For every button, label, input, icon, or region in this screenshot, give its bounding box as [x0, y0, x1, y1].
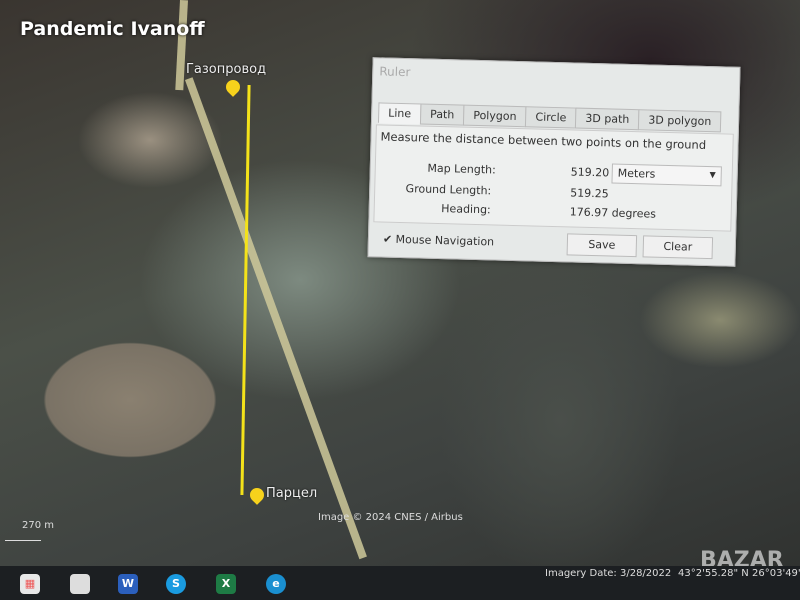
map-length-label: Map Length:: [427, 161, 496, 177]
placemark-label: Газопровод: [186, 62, 267, 77]
checkmark-icon: ✔: [382, 232, 393, 246]
scale-label: 270 m: [22, 520, 55, 531]
latitude: 43°2'55.28" N: [678, 568, 749, 579]
ruler-line: [240, 85, 251, 495]
file-icon[interactable]: [70, 574, 90, 594]
dialog-title: Ruler: [379, 64, 411, 80]
map-length-value: 519.20: [570, 165, 610, 180]
mouse-navigation-checkbox[interactable]: ✔ Mouse Navigation: [383, 233, 495, 249]
tab-3d-polygon[interactable]: 3D polygon: [638, 109, 722, 133]
clear-button[interactable]: Clear: [642, 235, 714, 260]
chevron-down-icon: ▼: [709, 170, 716, 180]
imagery-date: Imagery Date: 3/28/2022: [545, 568, 672, 579]
tab-path[interactable]: Path: [419, 103, 465, 126]
tab-circle[interactable]: Circle: [525, 106, 577, 129]
tab-3d-path[interactable]: 3D path: [575, 107, 640, 131]
tab-polygon[interactable]: Polygon: [463, 104, 527, 128]
unit-select[interactable]: Meters ▼: [611, 163, 722, 187]
excel-icon[interactable]: X: [216, 574, 236, 594]
placemark-icon[interactable]: [247, 485, 267, 505]
heading-label: Heading:: [441, 202, 491, 217]
ground-length-label: Ground Length:: [405, 182, 492, 198]
unit-value: Meters: [617, 166, 656, 181]
ground-length-value: 519.25: [570, 186, 609, 201]
tab-line[interactable]: Line: [377, 102, 422, 125]
placemark-icon[interactable]: [223, 77, 243, 97]
imagery-credit: Image © 2024 CNES / Airbus: [318, 512, 463, 523]
edge-icon[interactable]: e: [266, 574, 286, 594]
mouse-navigation-label: Mouse Navigation: [395, 232, 495, 249]
store-icon[interactable]: ▦: [20, 574, 40, 594]
skype-icon[interactable]: S: [166, 574, 186, 594]
save-button[interactable]: Save: [566, 233, 638, 258]
description: Measure the distance between two points …: [380, 129, 707, 152]
line-panel: Measure the distance between two points …: [373, 124, 734, 232]
heading-value: 176.97 degrees: [569, 205, 657, 221]
placemark-label: Парцел: [266, 486, 318, 501]
overlay-title: Pandemic Ivanoff: [20, 18, 205, 40]
word-icon[interactable]: W: [118, 574, 138, 594]
scale-bar: [5, 540, 41, 541]
ruler-dialog: Ruler Line Path Polygon Circle 3D path 3…: [367, 57, 741, 267]
longitude: 26°03'49": [752, 568, 800, 579]
